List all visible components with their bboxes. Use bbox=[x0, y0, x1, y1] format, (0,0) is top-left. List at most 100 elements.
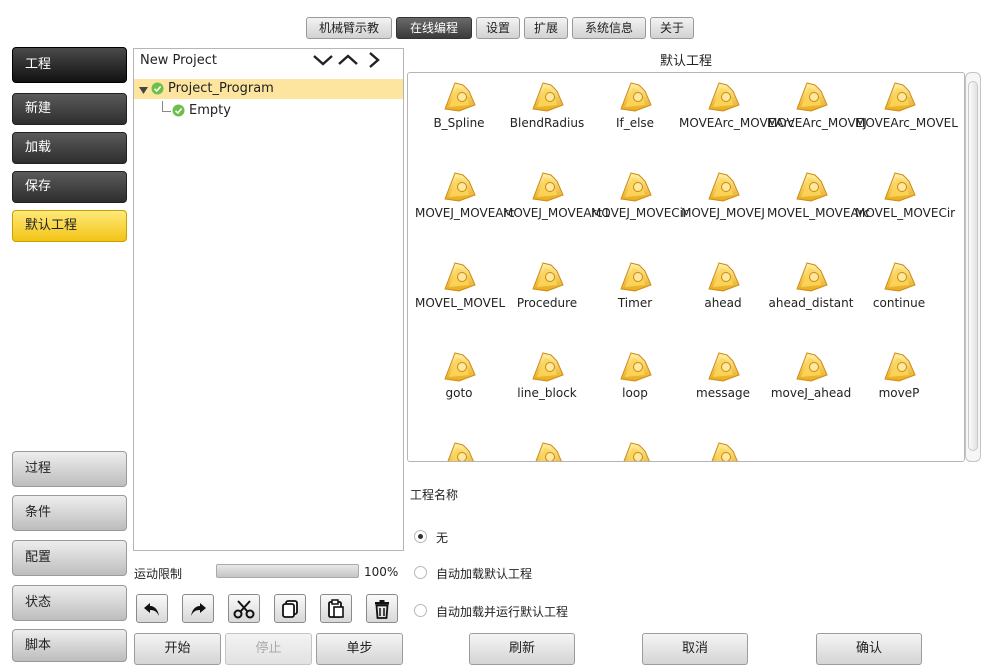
default-project-button[interactable]: 默认工程 bbox=[12, 210, 127, 242]
project-item[interactable]: MOVEArc_MOVEL bbox=[855, 79, 958, 130]
nav-config[interactable]: 配置 bbox=[12, 540, 127, 576]
nav-status[interactable]: 状态 bbox=[12, 585, 127, 621]
nav-script[interactable]: 脚本 bbox=[12, 629, 127, 662]
save-project-button[interactable]: 保存 bbox=[12, 171, 127, 203]
project-item[interactable]: moveJ_ahead bbox=[767, 349, 855, 400]
chevron-down-icon[interactable] bbox=[312, 52, 334, 72]
step-button[interactable]: 单步 bbox=[316, 633, 403, 665]
folder-icon bbox=[527, 169, 567, 203]
scrollbar-thumb[interactable] bbox=[968, 81, 978, 451]
cut-icon[interactable] bbox=[228, 594, 260, 623]
chevron-right-icon[interactable] bbox=[367, 51, 381, 73]
project-item-label: MOVEJ_MOVEArc1 bbox=[503, 206, 611, 220]
project-item-label: MOVEJ_MOVECir bbox=[591, 206, 688, 220]
default-projects-grid[interactable]: B_Spline BlendRadius If_else MOVEArc_MOVEAr… bbox=[407, 72, 965, 462]
chevron-up-icon[interactable] bbox=[337, 52, 359, 72]
project-item[interactable]: Timer bbox=[591, 259, 679, 310]
folder-icon bbox=[615, 79, 655, 113]
folder-icon bbox=[879, 349, 919, 383]
folder-icon bbox=[703, 439, 743, 461]
folder-icon bbox=[527, 79, 567, 113]
delete-icon[interactable] bbox=[366, 594, 398, 623]
folder-icon bbox=[791, 79, 831, 113]
folder-icon bbox=[879, 259, 919, 293]
project-item[interactable]: MOVEL_MOVECir bbox=[855, 169, 955, 220]
tree-child-row[interactable]: Empty bbox=[134, 101, 403, 121]
project-item[interactable]: BlendRadius bbox=[503, 79, 591, 130]
motion-limit-slider[interactable] bbox=[216, 564, 359, 578]
folder-icon bbox=[879, 79, 919, 113]
project-item[interactable]: message bbox=[679, 349, 767, 400]
tab-extensions[interactable]: 扩展 bbox=[524, 17, 568, 39]
project-item[interactable]: MOVEJ_MOVEJ bbox=[679, 169, 767, 220]
expand-triangle-icon[interactable] bbox=[139, 84, 148, 99]
project-item[interactable]: continue bbox=[855, 259, 943, 310]
project-item[interactable]: MOVEL_MOVEArc bbox=[767, 169, 870, 220]
project-item[interactable]: If_else bbox=[591, 79, 679, 130]
radio-auto-load-run[interactable] bbox=[414, 604, 427, 617]
new-project-button[interactable]: 新建 bbox=[12, 93, 127, 125]
radio-none[interactable] bbox=[414, 530, 427, 543]
undo-icon[interactable] bbox=[136, 594, 168, 623]
paste-icon[interactable] bbox=[320, 594, 352, 623]
nav-condition[interactable]: 条件 bbox=[12, 495, 127, 531]
tab-about[interactable]: 关于 bbox=[650, 17, 694, 39]
copy-icon[interactable] bbox=[274, 594, 306, 623]
folder-icon bbox=[439, 79, 479, 113]
folder-icon bbox=[791, 169, 831, 203]
project-item[interactable]: moveP bbox=[855, 349, 943, 400]
project-item-label: message bbox=[696, 386, 750, 400]
project-item[interactable] bbox=[415, 439, 503, 461]
tab-system-info[interactable]: 系统信息 bbox=[572, 17, 646, 39]
grid-scrollbar[interactable] bbox=[965, 72, 981, 462]
project-item[interactable]: line_block bbox=[503, 349, 591, 400]
cancel-button[interactable]: 取消 bbox=[642, 633, 748, 665]
project-item[interactable]: Procedure bbox=[503, 259, 591, 310]
folder-icon bbox=[791, 349, 831, 383]
tree-title: New Project bbox=[140, 53, 217, 68]
tab-settings[interactable]: 设置 bbox=[476, 17, 520, 39]
folder-icon bbox=[703, 259, 743, 293]
project-item[interactable]: MOVEL_MOVEL bbox=[415, 259, 505, 310]
folder-icon bbox=[439, 349, 479, 383]
project-item[interactable]: MOVEJ_MOVECir bbox=[591, 169, 688, 220]
tree-root-label: Project_Program bbox=[168, 81, 274, 96]
redo-icon[interactable] bbox=[182, 594, 214, 623]
program-tree-panel[interactable]: New Project Project_Program Empty bbox=[133, 48, 404, 551]
check-circle-icon bbox=[151, 82, 164, 99]
project-item[interactable] bbox=[591, 439, 679, 461]
project-item[interactable] bbox=[679, 439, 767, 461]
project-item-label: B_Spline bbox=[433, 116, 485, 130]
radio-auto-load[interactable] bbox=[414, 566, 427, 579]
nav-header-project: 工程 bbox=[12, 47, 127, 83]
project-item[interactable]: MOVEArc_MOVEJ bbox=[767, 79, 867, 130]
tree-root-row[interactable]: Project_Program bbox=[134, 79, 403, 99]
project-item[interactable]: MOVEArc_MOVEArc bbox=[679, 79, 795, 130]
folder-icon bbox=[439, 439, 479, 461]
project-item[interactable]: B_Spline bbox=[415, 79, 503, 130]
project-item[interactable]: ahead bbox=[679, 259, 767, 310]
tab-online-programming[interactable]: 在线编程 bbox=[396, 17, 472, 39]
project-item[interactable]: ahead_distant bbox=[767, 259, 855, 310]
project-item[interactable] bbox=[503, 439, 591, 461]
tree-header: New Project bbox=[134, 49, 403, 73]
project-item[interactable]: loop bbox=[591, 349, 679, 400]
stop-button[interactable]: 停止 bbox=[225, 633, 312, 665]
tab-arm-teach[interactable]: 机械臂示教 bbox=[306, 17, 392, 39]
folder-icon bbox=[527, 349, 567, 383]
project-item-label: BlendRadius bbox=[509, 116, 585, 130]
tree-connector bbox=[162, 101, 171, 112]
start-button[interactable]: 开始 bbox=[134, 633, 221, 665]
nav-procedure[interactable]: 过程 bbox=[12, 451, 127, 487]
folder-icon bbox=[439, 169, 479, 203]
refresh-button[interactable]: 刷新 bbox=[469, 633, 575, 665]
project-item-label: ahead_distant bbox=[768, 296, 854, 310]
radio-none-label: 无 bbox=[436, 531, 449, 545]
project-item[interactable]: goto bbox=[415, 349, 503, 400]
load-project-button[interactable]: 加载 bbox=[12, 132, 127, 164]
tree-child-label: Empty bbox=[189, 103, 231, 118]
project-item-label: MOVEArc_MOVEArc bbox=[679, 116, 795, 130]
project-item[interactable]: MOVEJ_MOVEArc1 bbox=[503, 169, 611, 220]
confirm-button[interactable]: 确认 bbox=[816, 633, 922, 665]
project-item[interactable]: MOVEJ_MOVEArc bbox=[415, 169, 515, 220]
